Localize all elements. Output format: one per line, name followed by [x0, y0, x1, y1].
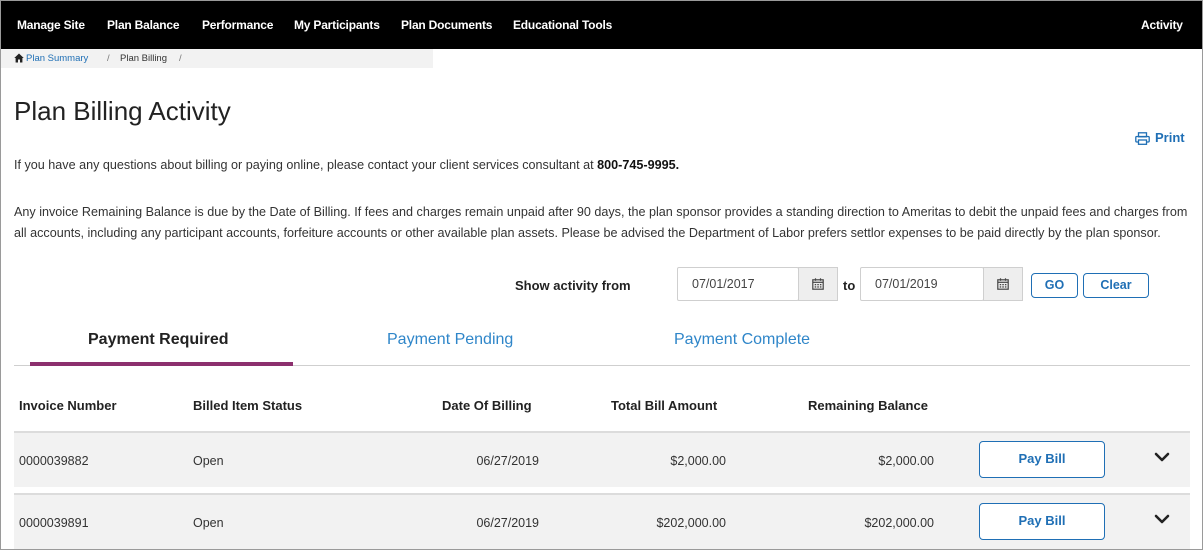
total-bill-amount: $202,000.00: [656, 516, 726, 530]
date-of-billing: 06/27/2019: [476, 454, 539, 468]
header-invoice-number: Invoice Number: [19, 398, 117, 413]
billed-item-status: Open: [193, 454, 224, 468]
remaining-balance: $202,000.00: [864, 516, 934, 530]
total-bill-amount: $2,000.00: [670, 454, 726, 468]
calendar-icon: [812, 278, 824, 290]
date-of-billing: 06/27/2019: [476, 516, 539, 530]
calendar-icon: [997, 278, 1009, 290]
top-nav: Manage Site Plan Balance Performance My …: [1, 1, 1202, 49]
header-date-of-billing: Date Of Billing: [442, 398, 532, 413]
to-label: to: [843, 278, 856, 293]
from-date-input[interactable]: 07/01/2017: [677, 267, 799, 301]
nav-performance[interactable]: Performance: [202, 18, 273, 32]
table-row: 0000039882 Open 06/27/2019 $2,000.00 $2,…: [14, 431, 1190, 487]
nav-plan-documents[interactable]: Plan Documents: [401, 18, 492, 32]
tab-payment-complete[interactable]: Payment Complete: [674, 331, 810, 349]
to-calendar-button[interactable]: [983, 267, 1023, 301]
contact-text: If you have any questions about billing …: [14, 158, 598, 172]
table-row: 0000039891 Open 06/27/2019 $202,000.00 $…: [14, 493, 1190, 549]
tab-payment-pending[interactable]: Payment Pending: [387, 331, 513, 349]
print-link[interactable]: Print: [1135, 130, 1185, 145]
header-total-bill-amount: Total Bill Amount: [611, 398, 718, 413]
header-billed-item-status: Billed Item Status: [193, 398, 303, 413]
print-label: Print: [1155, 130, 1185, 145]
nav-my-participants[interactable]: My Participants: [294, 18, 380, 32]
contact-phone: 800-745-9995.: [597, 158, 680, 172]
nav-educational-tools[interactable]: Educational Tools: [513, 18, 612, 32]
billed-item-status: Open: [193, 516, 224, 530]
chevron-down-icon[interactable]: [1154, 513, 1170, 525]
remaining-balance: $2,000.00: [878, 454, 934, 468]
clear-button[interactable]: Clear: [1083, 273, 1149, 298]
pay-bill-button[interactable]: Pay Bill: [979, 441, 1105, 478]
breadcrumb-separator: /: [107, 53, 110, 64]
invoice-number: 0000039882: [19, 454, 89, 468]
header-remaining-balance: Remaining Balance: [808, 398, 928, 413]
printer-icon: [1135, 132, 1150, 145]
breadcrumb: Plan Summary / Plan Billing /: [1, 49, 433, 68]
go-button[interactable]: GO: [1031, 273, 1078, 298]
to-date-input[interactable]: 07/01/2019: [860, 267, 984, 301]
pay-bill-button[interactable]: Pay Bill: [979, 503, 1105, 540]
page-title: Plan Billing Activity: [14, 96, 231, 126]
home-icon: [14, 53, 24, 63]
nav-manage-site[interactable]: Manage Site: [17, 18, 85, 32]
breadcrumb-separator: /: [179, 53, 182, 64]
active-tab-indicator: [30, 362, 293, 366]
policy-paragraph: Any invoice Remaining Balance is due by …: [14, 205, 1188, 240]
from-calendar-button[interactable]: [798, 267, 838, 301]
tab-payment-required[interactable]: Payment Required: [88, 331, 228, 349]
show-activity-label: Show activity from: [515, 278, 631, 293]
nav-activity[interactable]: Activity: [1141, 18, 1183, 32]
contact-paragraph: If you have any questions about billing …: [14, 155, 1190, 176]
nav-plan-balance[interactable]: Plan Balance: [107, 18, 180, 32]
breadcrumb-plan-billing: Plan Billing: [120, 53, 167, 64]
invoice-number: 0000039891: [19, 516, 89, 530]
chevron-down-icon[interactable]: [1154, 451, 1170, 463]
breadcrumb-plan-summary[interactable]: Plan Summary: [26, 53, 88, 64]
page-frame: Manage Site Plan Balance Performance My …: [0, 0, 1203, 550]
